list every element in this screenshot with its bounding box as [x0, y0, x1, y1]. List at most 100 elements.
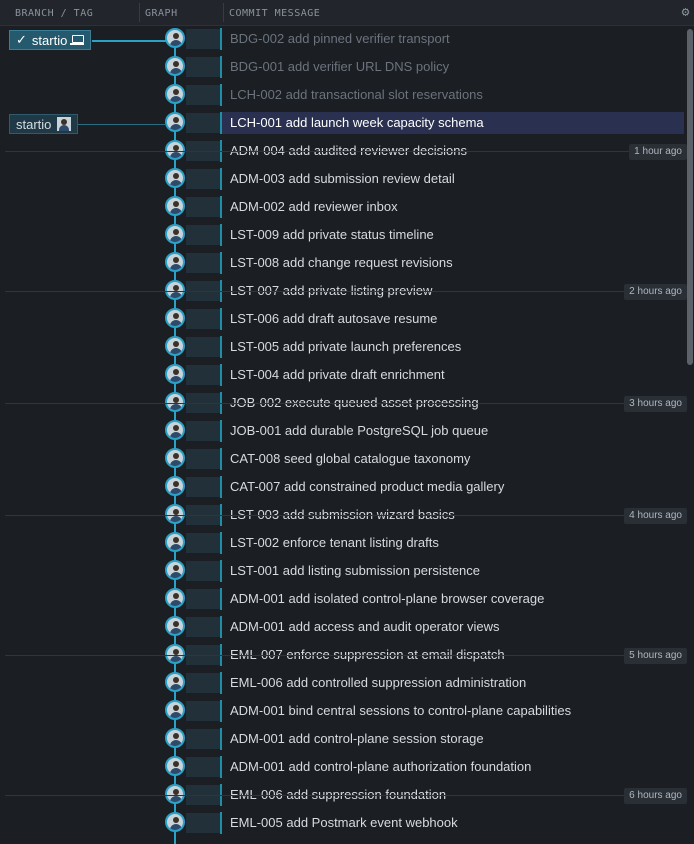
commit-message: LST-008 add change request revisions [230, 255, 453, 270]
commit-avatar[interactable] [165, 644, 185, 664]
commit-row[interactable]: BDG-001 add verifier URL DNS policy [0, 53, 684, 81]
commit-row[interactable]: ADM-003 add submission review detail [0, 165, 684, 193]
commit-avatar[interactable] [165, 364, 185, 384]
graph-cell [186, 729, 222, 749]
graph-cell [186, 225, 222, 245]
commit-row[interactable]: ADM-001 add control-plane authorization … [0, 753, 684, 781]
commit-avatar[interactable] [165, 308, 185, 328]
row-accent [220, 756, 222, 778]
commit-avatar[interactable] [165, 84, 185, 104]
commit-message: LST-001 add listing submission persisten… [230, 563, 481, 578]
commit-avatar[interactable] [165, 728, 185, 748]
commit-row[interactable]: CAT-008 seed global catalogue taxonomy [0, 445, 684, 473]
commit-avatar[interactable] [165, 616, 185, 636]
commit-avatar[interactable] [165, 140, 185, 160]
gear-icon[interactable]: ⚙ [682, 5, 690, 20]
commit-avatar[interactable] [165, 336, 185, 356]
commit-avatar[interactable] [165, 28, 185, 48]
commit-avatar[interactable] [165, 532, 185, 552]
commit-row[interactable]: EML-006 add controlled suppression admin… [0, 669, 684, 697]
commit-avatar[interactable] [165, 672, 185, 692]
local-branch-tag[interactable]: ✓ startio [9, 30, 92, 50]
branch-label: startio [31, 32, 68, 48]
commit-row[interactable]: LST-004 add private draft enrichment [0, 361, 684, 389]
commit-avatar[interactable] [165, 756, 185, 776]
commit-row[interactable]: CAT-007 add constrained product media ga… [0, 473, 684, 501]
commit-avatar[interactable] [165, 420, 185, 440]
commit-row[interactable]: ADM-001 add access and audit operator vi… [0, 613, 684, 641]
graph-column-header[interactable]: GRAPH [145, 8, 178, 19]
commit-avatar[interactable] [165, 784, 185, 804]
commit-message: BDG-002 add pinned verifier transport [230, 31, 450, 46]
row-accent [220, 336, 222, 358]
commit-avatar[interactable] [165, 700, 185, 720]
commit-row[interactable]: ADM-002 add reviewer inbox [0, 193, 684, 221]
commit-row[interactable]: LST-002 enforce tenant listing drafts [0, 529, 684, 557]
row-accent [220, 532, 222, 554]
commit-message: ADM-003 add submission review detail [230, 171, 455, 186]
row-accent [220, 308, 222, 330]
graph-cell [186, 29, 222, 49]
laptop-icon [70, 35, 85, 45]
graph-cell [186, 197, 222, 217]
graph-cell [186, 337, 222, 357]
commit-avatar[interactable] [165, 560, 185, 580]
graph-cell [186, 617, 222, 637]
graph-cell [186, 701, 222, 721]
commit-message: JOB-001 add durable PostgreSQL job queue [230, 423, 489, 438]
graph-cell [186, 85, 222, 105]
remote-branch-tag[interactable]: startio [9, 114, 79, 134]
commit-avatar[interactable] [165, 448, 185, 468]
commit-message: ADM-002 add reviewer inbox [230, 199, 398, 214]
commit-row[interactable]: LST-009 add private status timeline [0, 221, 684, 249]
scrollbar[interactable] [686, 25, 694, 844]
row-accent [220, 420, 222, 442]
commit-avatar[interactable] [165, 392, 185, 412]
commit-row[interactable]: LST-006 add draft autosave resume [0, 305, 684, 333]
commit-row[interactable]: EML-005 add Postmark event webhook [0, 809, 684, 837]
commit-row[interactable]: JOB-001 add durable PostgreSQL job queue [0, 417, 684, 445]
time-marker: 4 hours ago [624, 508, 687, 524]
commit-avatar[interactable] [165, 112, 185, 132]
commit-message: LST-006 add draft autosave resume [230, 311, 438, 326]
commit-avatar[interactable] [165, 252, 185, 272]
commit-avatar[interactable] [165, 812, 185, 832]
commit-avatar[interactable] [165, 56, 185, 76]
commit-message: ADM-001 bind central sessions to control… [230, 703, 572, 718]
branch-link-line [92, 40, 166, 42]
branch-tag-column-header[interactable]: BRANCH / TAG [15, 8, 93, 19]
commit-avatar[interactable] [165, 196, 185, 216]
commit-row[interactable]: LST-005 add private launch preferences [0, 333, 684, 361]
commit-row[interactable]: LST-008 add change request revisions [0, 249, 684, 277]
remote-branch-link-line [73, 124, 166, 125]
commit-avatar[interactable] [165, 224, 185, 244]
commit-row[interactable]: LCH-001 add launch week capacity schema [0, 109, 684, 137]
commit-avatar[interactable] [165, 476, 185, 496]
commit-row[interactable]: LST-001 add listing submission persisten… [0, 557, 684, 585]
column-resizer[interactable] [223, 3, 224, 22]
graph-cell [186, 449, 222, 469]
scrollbar-thumb[interactable] [687, 29, 693, 365]
graph-cell [186, 365, 222, 385]
commit-avatar[interactable] [165, 504, 185, 524]
commit-message-column-header[interactable]: COMMIT MESSAGE [229, 8, 320, 19]
graph-cell [186, 589, 222, 609]
commit-message: ADM-001 add control-plane session storag… [230, 731, 484, 746]
commit-row[interactable]: ADM-001 add isolated control-plane brows… [0, 585, 684, 613]
row-accent [220, 56, 222, 78]
column-resizer[interactable] [139, 3, 140, 22]
commit-avatar[interactable] [165, 588, 185, 608]
commit-row[interactable]: LCH-002 add transactional slot reservati… [0, 81, 684, 109]
commit-message: LCH-001 add launch week capacity schema [230, 115, 484, 130]
commit-message: CAT-008 seed global catalogue taxonomy [230, 451, 471, 466]
commit-avatar[interactable] [165, 280, 185, 300]
row-accent [220, 560, 222, 582]
commit-row[interactable]: ADM-001 bind central sessions to control… [0, 697, 684, 725]
commit-avatar[interactable] [165, 168, 185, 188]
commit-row[interactable]: ADM-001 add control-plane session storag… [0, 725, 684, 753]
commit-message: LST-009 add private status timeline [230, 227, 434, 242]
branch-label: startio [16, 116, 52, 132]
time-divider [5, 655, 684, 656]
row-accent [220, 28, 222, 50]
commit-row[interactable]: BDG-002 add pinned verifier transport [0, 25, 684, 53]
